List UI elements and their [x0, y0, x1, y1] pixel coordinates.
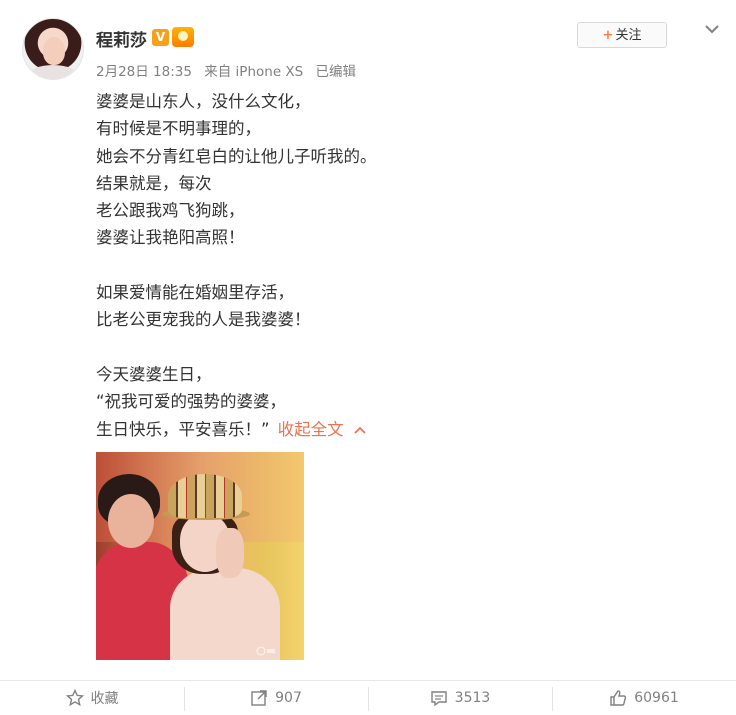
weibo-post-card: 程莉莎 V 2月28日 18:35 来自 iPhone XS 已编辑 + 关注 婆… [0, 0, 736, 715]
post-line: 老公跟我鸡飞狗跳， [96, 201, 245, 221]
repost-icon [251, 690, 267, 706]
photo-person-right-hand [216, 528, 244, 578]
username[interactable]: 程莉莎 [96, 26, 147, 51]
comment-icon [430, 691, 447, 707]
collapse-label: 收起全文 [277, 419, 344, 439]
post-line: 如果爱情能在婚姻里存活， [96, 283, 294, 303]
thumbs-up-icon [610, 690, 627, 706]
comment-count: 3513 [454, 690, 491, 706]
post-line: “祝我可爱的强势的婆婆， [96, 392, 287, 412]
collapse-text-link[interactable]: 收起全文 [278, 420, 366, 439]
star-icon [65, 689, 84, 707]
post-date[interactable]: 2月28日 18:35 [96, 64, 192, 80]
post-line: 婆婆让我艳阳高照！ [96, 228, 245, 248]
chevron-up-icon [353, 426, 366, 434]
chevron-down-icon[interactable] [703, 20, 721, 38]
photo-person-left-face [108, 494, 154, 548]
comment-button[interactable]: 3513 [368, 681, 552, 715]
post-line: 结果就是，每次 [96, 173, 212, 193]
like-button[interactable]: 60961 [552, 681, 736, 715]
follow-button[interactable]: + 关注 [577, 22, 667, 48]
favorite-label: 收藏 [90, 691, 119, 707]
post-photo[interactable] [96, 452, 304, 660]
user-avatar[interactable] [22, 18, 84, 80]
action-bar: 收藏 907 3513 60961 [0, 680, 736, 715]
post-source: 来自 iPhone XS [204, 64, 304, 80]
edited-label[interactable]: 已编辑 [316, 64, 357, 80]
repost-button[interactable]: 907 [184, 681, 368, 715]
post-line: 她会不分青红皂白的让他儿子听我的。 [96, 146, 377, 166]
follow-button-label: 关注 [615, 28, 642, 43]
plus-icon: + [602, 28, 614, 43]
weibo-watermark-icon [256, 646, 275, 656]
avatar-shirt [29, 65, 77, 79]
post-line: 比老公更宠我的人是我婆婆！ [96, 310, 311, 330]
post-line: 今天婆婆生日， [96, 364, 212, 384]
verified-badge-icon: V [152, 29, 169, 46]
post-last-line: 生日快乐，平安喜乐！” 收起全文 [96, 416, 696, 443]
member-level-icon [172, 27, 194, 47]
post-meta: 2月28日 18:35 来自 iPhone XS 已编辑 [96, 60, 364, 80]
avatar-face [43, 37, 65, 65]
favorite-button[interactable]: 收藏 [0, 681, 184, 715]
like-count: 60961 [634, 690, 679, 706]
post-line: 生日快乐，平安喜乐！” [96, 419, 270, 439]
post-text: 婆婆是山东人，没什么文化， 有时候是不明事理的， 她会不分青红皂白的让他儿子听我… [96, 88, 696, 443]
post-line: 有时候是不明事理的， [96, 119, 261, 139]
post-line: 婆婆是山东人，没什么文化， [96, 92, 311, 111]
repost-count: 907 [275, 690, 302, 706]
photo-hat [168, 474, 242, 518]
